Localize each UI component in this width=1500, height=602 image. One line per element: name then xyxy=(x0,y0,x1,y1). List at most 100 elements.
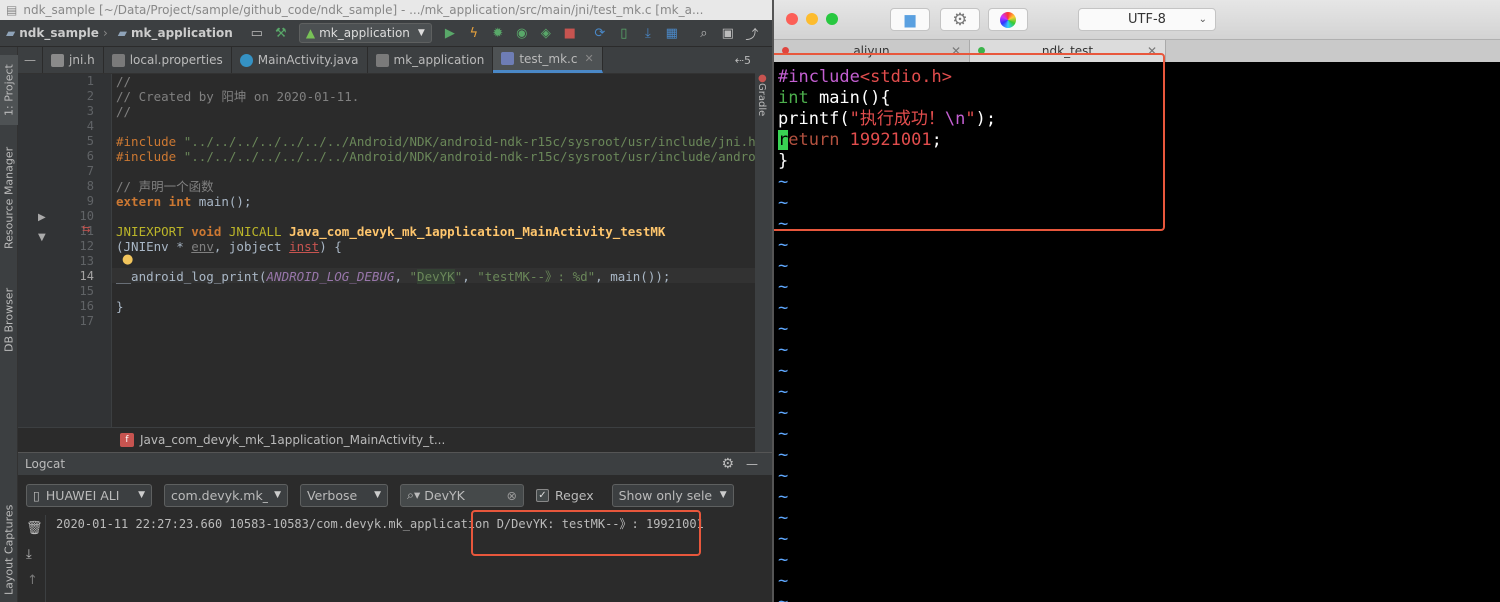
function-icon: f xyxy=(120,433,134,447)
share-icon[interactable]: ⤴ xyxy=(742,23,762,43)
code-breadcrumb[interactable]: f Java_com_devyk_mk_1application_MainAct… xyxy=(18,427,755,452)
java-class-icon xyxy=(239,53,253,67)
terminal-title-bar: ▆ ⚙ UTF-8 ⌄ xyxy=(774,0,1500,40)
tool-window-gradle[interactable]: Gradle xyxy=(756,83,767,116)
zoom-window-button[interactable] xyxy=(826,13,838,25)
encoding-select[interactable]: UTF-8 ⌄ xyxy=(1078,8,1216,31)
code-line: (JNIEnv * env, jobject inst) { xyxy=(116,239,342,254)
breadcrumb-module[interactable]: ▰ mk_application xyxy=(112,26,233,40)
stop-icon[interactable]: ■ xyxy=(560,23,580,43)
line-number: 10 xyxy=(79,209,94,223)
vim-empty-lines: ~ ~ ~ ~ ~ ~ ~ ~ ~ ~ ~ ~ ~ ~ ~ ~ ~ ~ ~ ~ ~ xyxy=(778,172,1500,602)
minimize-icon[interactable]: — xyxy=(746,457,758,471)
vim-tilde-line: ~ xyxy=(778,529,789,549)
run-icon[interactable]: ▶ xyxy=(440,23,460,43)
jni-navigate-icon[interactable]: ⇆ xyxy=(82,224,90,235)
collapse-arrow-icon[interactable]: ▼ xyxy=(38,232,46,243)
line-number: 4 xyxy=(86,119,94,133)
layout-inspector-icon[interactable]: ▦ xyxy=(662,23,682,43)
vim-tilde-line: ~ xyxy=(778,550,789,570)
code-line: JNIEXPORT void JNICALL Java_com_devyk_mk… xyxy=(116,224,666,239)
search-icon[interactable]: ⌕ xyxy=(694,23,714,43)
tool-window-db-browser[interactable]: DB Browser xyxy=(0,277,18,363)
code-line: // Created by 阳坤 on 2020-01-11. xyxy=(116,89,360,104)
breadcrumb-function: Java_com_devyk_mk_1application_MainActiv… xyxy=(140,433,446,447)
logcat-side-actions: 🗑 ⤓ ↑ xyxy=(18,515,46,602)
code-line: #include "../../../../../../../Android/N… xyxy=(116,134,755,149)
tool-window-project[interactable]: 1: Project xyxy=(0,55,18,125)
gradle-sync-icon[interactable]: ⟳ xyxy=(590,23,610,43)
profile-icon[interactable]: ◉ xyxy=(512,23,532,43)
close-icon[interactable]: ✕ xyxy=(584,52,593,65)
tabs-overflow-button[interactable]: ⇠5 xyxy=(731,47,755,73)
gear-icon[interactable]: ⚙ xyxy=(940,8,980,31)
android-studio-window: ▤ ndk_sample [~/Data/Project/sample/githu… xyxy=(0,0,772,602)
chevron-down-icon: ▼ xyxy=(274,490,281,500)
package-select[interactable]: com.devyk.mk_ ▼ xyxy=(164,483,288,507)
module-icon: ▰ xyxy=(117,26,127,40)
code-editor[interactable]: 1 2 3 4 5 6 7 8 9 10 11 12 13 14 15 16 1… xyxy=(18,74,755,452)
line-number: 7 xyxy=(86,164,94,178)
structure-icon[interactable]: ▭ xyxy=(247,23,267,43)
minimize-window-button[interactable] xyxy=(806,13,818,25)
vim-tilde-line: ~ xyxy=(778,340,789,360)
phone-icon: ▯ xyxy=(33,487,40,503)
debug-icon[interactable]: ✹ xyxy=(488,23,508,43)
attach-debugger-icon[interactable]: ◈ xyxy=(536,23,556,43)
avd-manager-icon[interactable]: ▯ xyxy=(614,23,634,43)
code-line: // xyxy=(116,104,132,119)
tab-jni-h[interactable]: jni.h xyxy=(43,47,104,73)
log-highlight-box xyxy=(471,510,701,556)
code-line: // xyxy=(116,74,132,89)
vim-tilde-line: ~ xyxy=(778,403,789,423)
scroll-to-end-icon[interactable]: ⤓ xyxy=(26,547,32,562)
device-select[interactable]: ▯ HUAWEI ALI ▼ xyxy=(26,483,152,507)
close-window-button[interactable] xyxy=(786,13,798,25)
vim-tilde-line: ~ xyxy=(778,319,789,339)
line-number: 13 xyxy=(79,254,94,268)
filter-select[interactable]: Show only sele ▼ xyxy=(611,483,734,507)
line-number: 12 xyxy=(79,239,94,253)
minimize-panel-button[interactable]: — xyxy=(18,47,43,73)
expand-arrow-icon[interactable]: ▶ xyxy=(38,212,46,223)
folder-button[interactable]: ▆ xyxy=(890,8,930,31)
log-level-select[interactable]: Verbose ▼ xyxy=(300,483,388,507)
run-config-select[interactable]: ▲ mk_application ▼ xyxy=(298,23,432,43)
clear-search-icon[interactable]: ⊗ xyxy=(507,488,517,503)
gear-icon[interactable]: ⚙ xyxy=(721,456,734,472)
code-line: extern int main(); xyxy=(116,194,252,209)
vim-tilde-line: ~ xyxy=(778,235,789,255)
tool-window-layout-captures[interactable]: Layout Captures xyxy=(0,497,18,602)
tab-local-properties[interactable]: local.properties xyxy=(104,47,232,73)
up-arrow-icon[interactable]: ↑ xyxy=(27,573,38,588)
chevron-down-icon: ▼ xyxy=(719,490,727,500)
trash-icon[interactable]: 🗑 xyxy=(26,521,43,536)
tab-test-mk-c[interactable]: test_mk.c ✕ xyxy=(493,47,603,73)
tool-window-resource-manager[interactable]: Resource Manager xyxy=(0,143,18,253)
line-number: 14 xyxy=(79,269,94,283)
tab-mk-application[interactable]: mk_application xyxy=(368,47,494,73)
apply-changes-icon[interactable]: ϟ xyxy=(464,23,484,43)
build-hammer-icon[interactable]: ⚒ xyxy=(271,23,291,43)
sdk-manager-icon[interactable]: ⤓ xyxy=(638,23,658,43)
window-title-bar: ▤ ndk_sample [~/Data/Project/sample/githu… xyxy=(0,0,772,20)
tab-main-activity[interactable]: MainActivity.java xyxy=(232,47,368,73)
document-icon: ▤ xyxy=(6,3,18,17)
search-input[interactable]: ⌕▾ DevYK ⊗ xyxy=(400,483,524,507)
editor-tab-bar: — jni.h local.properties MainActivity.ja… xyxy=(18,47,755,74)
intention-bulb-icon[interactable]: ● xyxy=(122,252,133,267)
regex-checkbox[interactable]: ✓ xyxy=(536,488,549,502)
vim-tilde-line: ~ xyxy=(778,256,789,276)
settings-icon[interactable]: ▣ xyxy=(718,23,738,43)
logcat-panel: Logcat ⚙ — ▯ HUAWEI ALI ▼ com.devyk.mk_ ▼ V… xyxy=(18,452,772,602)
line-number-gutter: 1 2 3 4 5 6 7 8 9 10 11 12 13 14 15 16 1… xyxy=(18,74,112,452)
folder-icon: ▰ xyxy=(6,26,16,40)
code-line: // 声明一个函数 xyxy=(116,179,214,194)
breadcrumb-project[interactable]: ▰ ndk_sample xyxy=(0,26,99,40)
c-header-file-icon xyxy=(51,53,64,67)
window-title: ndk_sample [~/Data/Project/sample/github… xyxy=(23,3,704,17)
line-number: 6 xyxy=(86,149,94,163)
color-wheel-icon[interactable] xyxy=(988,8,1028,31)
code-line: __android_log_print(ANDROID_LOG_DEBUG, "… xyxy=(116,269,671,284)
vim-tilde-line: ~ xyxy=(778,466,789,486)
